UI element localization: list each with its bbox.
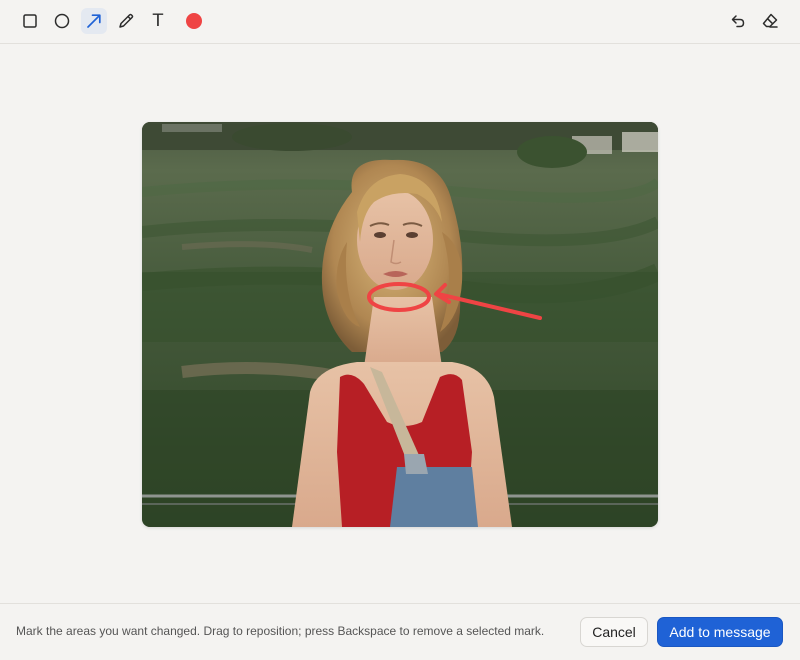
eraser-icon	[762, 13, 778, 28]
photo-image	[142, 122, 658, 527]
arrow-tool[interactable]	[81, 8, 107, 34]
pencil-icon	[119, 13, 134, 28]
ellipse-tool[interactable]	[49, 8, 75, 34]
clear-button[interactable]	[757, 8, 783, 34]
pen-tool[interactable]	[113, 8, 139, 34]
circle-icon	[54, 13, 70, 29]
arrow-icon	[87, 14, 101, 28]
text-icon: T	[152, 10, 164, 31]
canvas-area[interactable]	[0, 44, 800, 603]
cancel-button[interactable]: Cancel	[580, 617, 648, 647]
annotation-editor: T Mark the areas you want changed. Drag …	[0, 0, 800, 660]
text-tool[interactable]: T	[145, 8, 171, 34]
rectangle-tool[interactable]	[17, 8, 43, 34]
photo	[142, 122, 658, 527]
footer: Mark the areas you want changed. Drag to…	[0, 603, 800, 660]
color-swatch	[186, 13, 202, 29]
add-to-message-button[interactable]: Add to message	[657, 617, 783, 647]
undo-button[interactable]	[725, 8, 751, 34]
undo-icon	[731, 15, 745, 28]
instructions-text: Mark the areas you want changed. Drag to…	[16, 624, 545, 638]
toolbar: T	[0, 0, 800, 44]
color-picker[interactable]	[181, 8, 207, 34]
square-icon	[23, 14, 37, 28]
